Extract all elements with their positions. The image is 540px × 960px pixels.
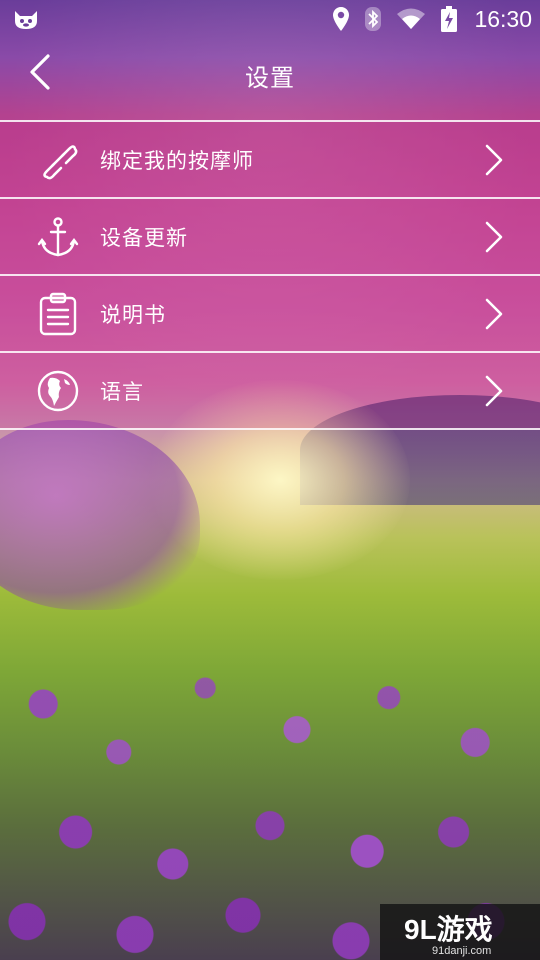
battery-charging-icon <box>440 5 458 33</box>
site-watermark: 9L游戏 91danji.com <box>380 904 540 960</box>
anchor-icon <box>36 215 80 259</box>
status-bar: 16:30 <box>0 0 540 38</box>
status-time: 16:30 <box>474 5 532 32</box>
chevron-right-icon <box>485 375 503 406</box>
settings-list: 绑定我的按摩师 设备更新 说明书 语言 <box>0 120 540 430</box>
settings-item-device-update[interactable]: 设备更新 <box>0 199 540 276</box>
location-icon <box>332 6 350 32</box>
settings-item-label: 绑定我的按摩师 <box>100 148 254 173</box>
chevron-right-icon <box>485 144 503 175</box>
watermark-logo: 9L游戏 <box>404 914 493 945</box>
settings-item-language[interactable]: 语言 <box>0 353 540 430</box>
page-title: 设置 <box>245 64 295 92</box>
bluetooth-icon <box>364 6 382 32</box>
app-notification-icon <box>12 7 40 31</box>
link-icon <box>36 138 80 182</box>
chevron-right-icon <box>485 298 503 329</box>
clipboard-icon <box>36 292 80 336</box>
app-header: 设置 <box>0 38 540 120</box>
settings-item-bind-masseur[interactable]: 绑定我的按摩师 <box>0 122 540 199</box>
settings-item-label: 语言 <box>100 379 144 404</box>
wifi-icon <box>396 7 426 31</box>
watermark-site: 91danji.com <box>432 945 492 957</box>
settings-screen: 16:30 设置 绑定我的按摩师 设备更新 说明书 语言 9L游戏 91danj… <box>0 0 540 960</box>
globe-icon <box>36 369 80 413</box>
chevron-right-icon <box>485 221 503 252</box>
settings-item-label: 说明书 <box>100 302 166 327</box>
settings-item-manual[interactable]: 说明书 <box>0 276 540 353</box>
settings-item-label: 设备更新 <box>100 225 188 250</box>
